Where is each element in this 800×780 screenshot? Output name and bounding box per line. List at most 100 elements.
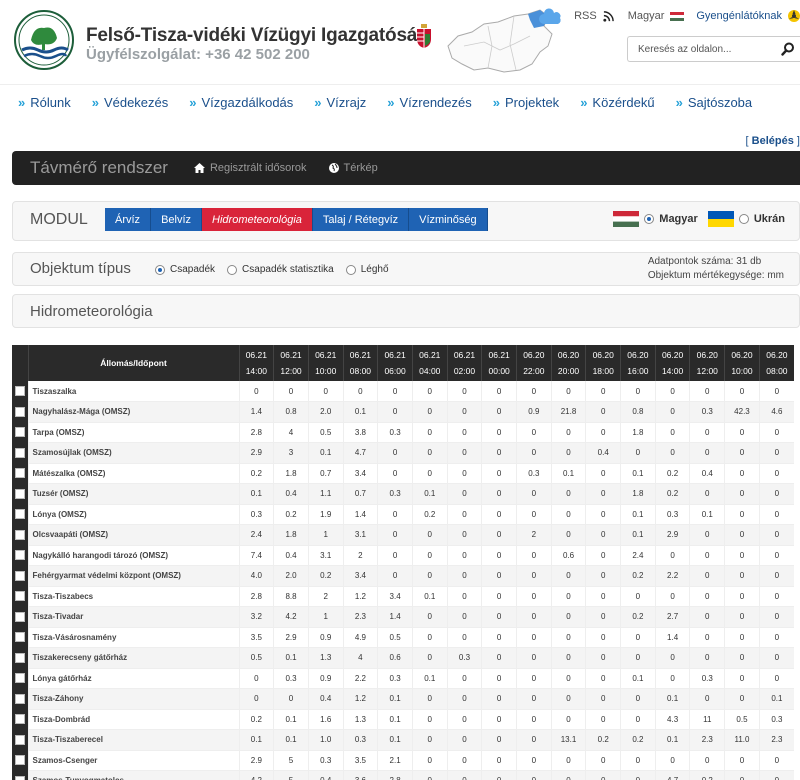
row-checkbox[interactable] — [14, 775, 25, 780]
station-name[interactable]: Nagykálló harangodi tározó (OMSZ) — [27, 545, 239, 566]
row-checkbox[interactable] — [14, 386, 25, 397]
column-header[interactable]: 06.21 06:00 — [377, 345, 413, 381]
row-checkbox[interactable] — [14, 468, 25, 479]
option-csapadek-statisztika[interactable]: Csapadék statisztika — [227, 264, 334, 275]
language-radio-magyar[interactable] — [644, 214, 655, 224]
hungary-map-icon[interactable] — [444, 6, 568, 78]
language-radio-ukran[interactable] — [738, 214, 749, 224]
nav-item-vizgazdalkodas[interactable]: » Vízgazdálkodás — [189, 95, 293, 110]
station-name[interactable]: Tuzsér (OMSZ) — [27, 483, 239, 505]
station-name[interactable]: Mátészalka (OMSZ) — [27, 463, 239, 484]
station-name[interactable]: Szamos-Tunyogmatolcs — [27, 770, 239, 780]
column-header[interactable]: 06.20 16:00 — [620, 345, 656, 381]
hungarian-flag-icon[interactable] — [670, 11, 685, 21]
map-link[interactable]: Térkép — [328, 162, 378, 174]
column-header[interactable]: 06.21 00:00 — [481, 345, 517, 381]
column-header[interactable]: 06.21 02:00 — [446, 345, 482, 381]
station-name[interactable]: Tisza-Tiszaberecel — [27, 729, 239, 751]
row-checkbox[interactable] — [14, 488, 25, 499]
hungarian-flag-icon[interactable] — [613, 211, 640, 227]
column-header[interactable]: 06.21 04:00 — [411, 345, 448, 381]
station-name[interactable]: Lónya gátőrház — [27, 668, 239, 689]
nav-item-vedekezes[interactable]: » Védekezés — [92, 95, 169, 110]
radio-legho[interactable] — [345, 264, 356, 275]
ukrainian-flag-icon[interactable] — [707, 211, 734, 227]
row-checkbox[interactable] — [14, 570, 25, 581]
nav-item-kozerdeku[interactable]: » Közérdekű — [580, 95, 654, 110]
column-header[interactable]: 06.20 18:00 — [585, 345, 621, 381]
option-legho[interactable]: Léghő — [345, 264, 389, 275]
nav-item-vizrendezes[interactable]: » Vízrendezés — [387, 95, 472, 110]
nav-item-rolunk[interactable]: » Rólunk — [18, 95, 71, 110]
row-checkbox[interactable] — [14, 632, 25, 643]
station-name[interactable]: Fehérgyarmat védelmi központ (OMSZ) — [27, 565, 239, 587]
station-name[interactable]: Szamos-Csenger — [27, 750, 239, 771]
station-name[interactable]: Olcsvaapáti (OMSZ) — [27, 524, 239, 546]
row-checkbox[interactable] — [14, 427, 25, 438]
station-name[interactable]: Szamosújlak (OMSZ) — [27, 442, 239, 464]
station-name[interactable]: Tiszaszalka — [27, 381, 239, 402]
station-name[interactable]: Tiszakerecseny gátőrház — [27, 647, 239, 669]
row-checkbox[interactable] — [14, 529, 25, 540]
login-link[interactable]: [ Belépés ] — [746, 135, 800, 147]
station-name[interactable]: Tarpa (OMSZ) — [27, 422, 239, 443]
column-header[interactable]: 06.21 08:00 — [342, 345, 378, 381]
station-name[interactable]: Tisza-Záhony — [27, 688, 239, 710]
row-checkbox[interactable] — [14, 550, 25, 561]
station-name[interactable]: Nagyhalász-Mága (OMSZ) — [27, 401, 239, 423]
tab-belviz[interactable]: Belvíz — [151, 208, 203, 231]
value-cell: 0 — [620, 647, 656, 669]
accessibility-link[interactable]: Gyengénlátóknak — [696, 10, 782, 22]
column-header[interactable]: 06.20 08:00 — [758, 345, 794, 381]
column-header[interactable]: 06.21 12:00 — [273, 345, 309, 381]
column-header[interactable]: 06.20 14:00 — [654, 345, 690, 381]
radio-csapadek[interactable] — [155, 264, 165, 275]
row-checkbox[interactable] — [14, 734, 25, 745]
org-title[interactable]: Felső-Tisza-vidéki Vízügyi Igazgatóság — [86, 25, 429, 47]
search-input[interactable]: Keresés az oldalon... — [627, 36, 800, 62]
value-cell: 0.2 — [411, 504, 448, 525]
row-checkbox[interactable] — [14, 509, 25, 520]
data-point-count: Adatpontok száma: 31 db — [647, 256, 762, 267]
tab-hidrometeorologia[interactable]: Hidrometeorológia — [202, 208, 313, 231]
station-name[interactable]: Tisza-Vásárosnamény — [27, 627, 239, 648]
station-name[interactable]: Tisza-Dombrád — [27, 709, 239, 730]
station-name[interactable]: Tisza-Tivadar — [27, 606, 239, 628]
nav-item-sajtoszoba[interactable]: » Sajtószoba — [676, 95, 753, 110]
nav-item-projektek[interactable]: » Projektek — [493, 95, 559, 110]
value-cell: 0 — [550, 565, 586, 587]
tab-arviz[interactable]: Árvíz — [105, 208, 152, 231]
column-header[interactable]: 06.20 22:00 — [516, 345, 552, 381]
accessibility-icon[interactable] — [788, 10, 800, 22]
language-link[interactable]: Magyar — [628, 10, 665, 22]
radio-csapadek-statisztika[interactable] — [227, 264, 238, 275]
tab-vizminoseg[interactable]: Vízminőség — [409, 208, 488, 231]
nav-item-vizrajz[interactable]: » Vízrajz — [314, 95, 366, 110]
row-checkbox[interactable] — [14, 406, 25, 417]
value-cell: 0 — [550, 442, 586, 464]
row-checkbox[interactable] — [14, 714, 25, 725]
row-checkbox[interactable] — [14, 673, 25, 684]
column-date: 06.21 — [245, 350, 267, 360]
row-checkbox[interactable] — [14, 591, 25, 602]
tab-talaj-retegviz[interactable]: Talaj / Rétegvíz — [312, 208, 410, 231]
column-header[interactable]: 06.20 12:00 — [689, 345, 725, 381]
row-checkbox[interactable] — [14, 693, 25, 704]
registered-timeseries-link[interactable]: Regisztrált idősorok — [193, 162, 307, 174]
search-button[interactable] — [776, 36, 800, 62]
rss-icon[interactable] — [603, 10, 614, 22]
fetivizig-logo[interactable] — [14, 10, 74, 70]
column-header[interactable]: 06.20 10:00 — [724, 345, 760, 381]
column-header[interactable]: 06.20 20:00 — [550, 345, 586, 381]
row-checkbox[interactable] — [14, 652, 25, 663]
option-csapadek[interactable]: Csapadék — [155, 264, 215, 275]
row-checkbox[interactable] — [14, 611, 25, 622]
system-title[interactable]: Távmérő rendszer — [30, 158, 168, 178]
column-header[interactable]: 06.21 10:00 — [307, 345, 344, 381]
row-checkbox[interactable] — [14, 447, 25, 458]
column-header[interactable]: 06.21 14:00 — [238, 345, 274, 381]
rss-link[interactable]: RSS — [574, 10, 597, 22]
station-name[interactable]: Tisza-Tiszabecs — [27, 586, 239, 607]
row-checkbox[interactable] — [14, 755, 25, 766]
station-name[interactable]: Lónya (OMSZ) — [27, 504, 239, 525]
